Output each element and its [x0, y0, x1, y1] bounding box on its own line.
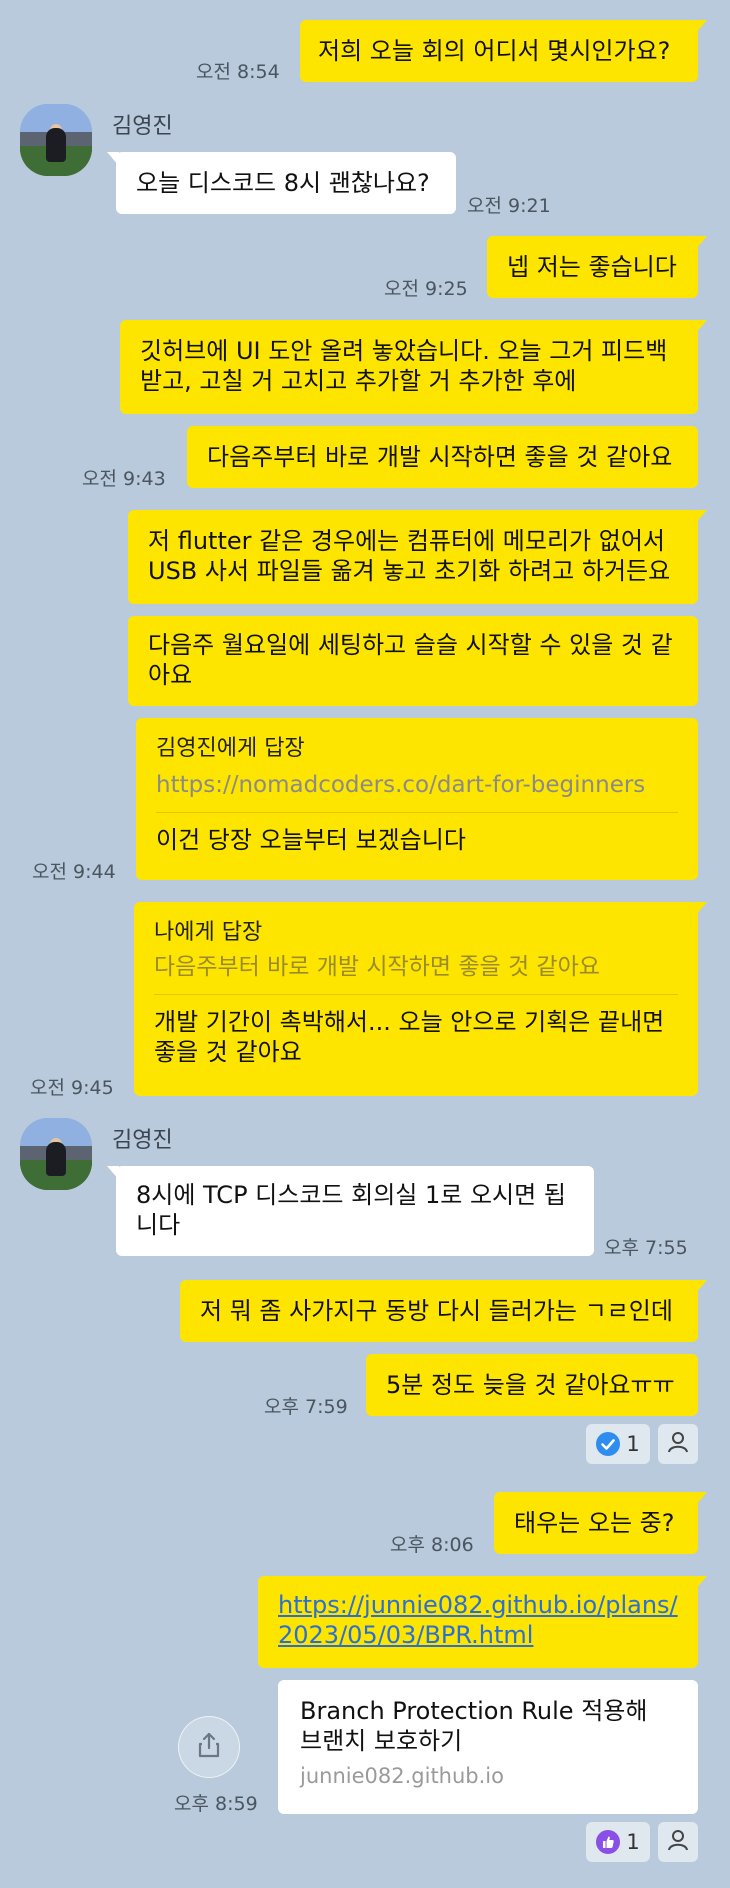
person-icon — [665, 1429, 691, 1460]
reply-target: 나에게 답장 — [154, 920, 263, 945]
avatar[interactable] — [20, 1118, 92, 1190]
my-message-bubble[interactable]: 깃허브에 UI 도안 올려 놓았습니다. 오늘 그거 피드백 받고, 고칠 거 … — [120, 320, 707, 414]
link-message-bubble[interactable]: https://junnie082.github.io/plans/2023/0… — [258, 1576, 707, 1668]
message-text: 개발 기간이 촉박해서... 오늘 안으로 기획은 끝내면 좋을 것 같아요 — [154, 1008, 665, 1066]
quoted-message[interactable]: 다음주부터 바로 개발 시작하면 좋을 것 같아요 — [154, 952, 678, 982]
my-message-bubble[interactable]: 저희 오늘 회의 어디서 몇시인가요? — [300, 20, 707, 82]
message-time: 오전 9:21 — [467, 195, 551, 217]
thumbs-up-icon — [596, 1830, 621, 1854]
link-preview-card[interactable]: Branch Protection Rule 적용해 브랜치 보호하기 junn… — [278, 1680, 698, 1814]
message-time: 오후 8:59 — [174, 1793, 258, 1815]
avatar[interactable] — [20, 104, 92, 176]
message-text: 오늘 디스코드 8시 괜찮나요? — [136, 169, 430, 197]
message-time: 오전 9:44 — [32, 861, 116, 883]
message-text: 저 flutter 같은 경우에는 컴퓨터에 메모리가 없어서 USB 사서 파… — [148, 527, 671, 585]
message-link[interactable]: https://junnie082.github.io/plans/2023/0… — [278, 1591, 678, 1649]
reply-divider — [154, 994, 678, 995]
message-time: 오전 8:54 — [196, 61, 280, 83]
message-text: 5분 정도 늦을 것 같아요ㅠㅠ — [386, 1371, 675, 1399]
add-reaction-button[interactable] — [658, 1424, 698, 1464]
preview-domain: junnie082.github.io — [300, 1764, 504, 1788]
my-message-bubble[interactable]: 저 flutter 같은 경우에는 컴퓨터에 메모리가 없어서 USB 사서 파… — [128, 510, 707, 604]
message-time: 오후 7:59 — [264, 1396, 348, 1418]
message-text: 다음주부터 바로 개발 시작하면 좋을 것 같아요 — [207, 443, 673, 471]
message-time: 오전 9:43 — [82, 468, 166, 490]
message-text: 저희 오늘 회의 어디서 몇시인가요? — [318, 37, 671, 65]
message-text: 저 뭐 좀 사가지구 동방 다시 들러가는 ㄱㄹ인데 — [200, 1297, 673, 1325]
message-text: 깃허브에 UI 도안 올려 놓았습니다. 오늘 그거 피드백 받고, 고칠 거 … — [140, 337, 668, 395]
share-icon — [194, 1730, 224, 1764]
message-text: 넵 저는 좋습니다 — [507, 253, 677, 281]
reaction-badge[interactable]: 1 — [586, 1822, 650, 1862]
message-time: 오전 9:25 — [384, 278, 468, 300]
reply-message-bubble[interactable]: 김영진에게 답장 https://nomadcoders.co/dart-for… — [136, 718, 698, 880]
my-message-bubble[interactable]: 다음주부터 바로 개발 시작하면 좋을 것 같아요 — [187, 426, 698, 488]
their-message-bubble[interactable]: 오늘 디스코드 8시 괜찮나요? — [107, 152, 456, 214]
message-text: 다음주 월요일에 세팅하고 슬슬 시작할 수 있을 것 같아요 — [148, 631, 673, 689]
message-text: 이건 당장 오늘부터 보겠습니다 — [156, 826, 466, 854]
reply-divider — [156, 812, 678, 813]
add-reaction-button[interactable] — [658, 1822, 698, 1862]
message-text: 8시에 TCP 디스코드 회의실 1로 오시면 됩니다 — [136, 1181, 566, 1239]
my-message-bubble[interactable]: 5분 정도 늦을 것 같아요ㅠㅠ — [366, 1354, 698, 1416]
my-message-bubble[interactable]: 다음주 월요일에 세팅하고 슬슬 시작할 수 있을 것 같아요 — [128, 616, 698, 706]
person-icon — [665, 1827, 691, 1858]
reply-message-bubble[interactable]: 나에게 답장 다음주부터 바로 개발 시작하면 좋을 것 같아요 개발 기간이 … — [134, 902, 707, 1096]
message-time: 오후 8:06 — [390, 1534, 474, 1556]
message-text: 태우는 오는 중? — [514, 1509, 675, 1537]
my-message-bubble[interactable]: 넵 저는 좋습니다 — [487, 236, 707, 298]
reply-target: 김영진에게 답장 — [156, 736, 305, 761]
sender-name: 김영진 — [112, 114, 173, 139]
message-time: 오전 9:45 — [30, 1077, 114, 1099]
their-message-bubble[interactable]: 8시에 TCP 디스코드 회의실 1로 오시면 됩니다 — [107, 1166, 594, 1256]
reaction-count: 1 — [626, 1432, 640, 1456]
reaction-count: 1 — [626, 1830, 640, 1854]
share-button[interactable] — [178, 1716, 240, 1778]
my-message-bubble[interactable]: 태우는 오는 중? — [494, 1492, 707, 1554]
check-icon — [596, 1432, 621, 1456]
preview-title: Branch Protection Rule 적용해 브랜치 보호하기 — [300, 1697, 648, 1755]
sender-name: 김영진 — [112, 1128, 173, 1153]
my-message-bubble[interactable]: 저 뭐 좀 사가지구 동방 다시 들러가는 ㄱㄹ인데 — [180, 1280, 707, 1342]
quoted-message[interactable]: https://nomadcoders.co/dart-for-beginner… — [156, 770, 678, 800]
reaction-badge[interactable]: 1 — [586, 1424, 650, 1464]
message-time: 오후 7:55 — [604, 1237, 688, 1259]
